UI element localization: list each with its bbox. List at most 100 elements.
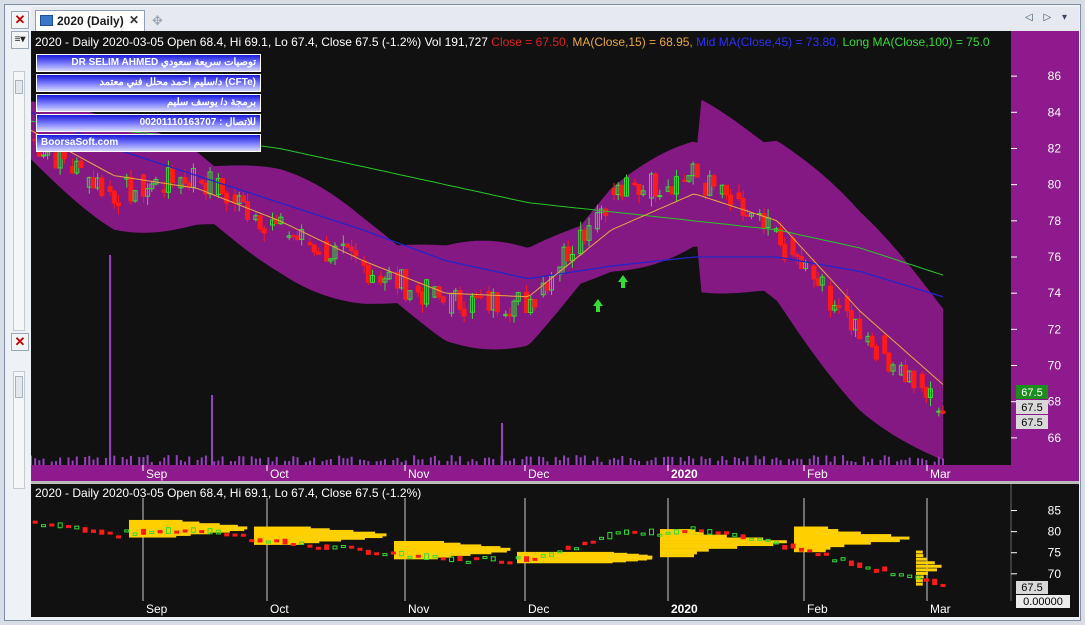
volume-bar <box>842 455 845 465</box>
volume-bar <box>125 459 128 465</box>
candle-body <box>182 177 188 184</box>
volume-spike <box>109 255 111 465</box>
candle-body <box>224 192 230 204</box>
volume-bar <box>513 458 516 465</box>
candle-body <box>161 189 167 193</box>
close-tab-icon[interactable]: ✕ <box>129 13 139 27</box>
candle-body <box>436 286 442 298</box>
panel-scrollbar[interactable] <box>13 71 25 331</box>
tab-2020-daily[interactable]: 2020 (Daily) ✕ <box>35 10 145 31</box>
x-tick-label: Sep <box>146 467 168 481</box>
volume-bar <box>608 459 611 465</box>
volume-bar <box>937 456 940 465</box>
info-box-contact: 00201110163707 : للاتصال <box>36 114 261 132</box>
panel2-scrollbar[interactable] <box>13 371 25 489</box>
profile-bin <box>916 579 923 583</box>
scroll-thumb[interactable] <box>15 376 23 398</box>
chart-area[interactable]: 86 84 82 80 78 76 74 72 70 68 66 Sep Oct Nov Dec 2020 F… <box>30 31 1079 617</box>
volume-bar <box>113 455 116 465</box>
volume-bar <box>167 455 170 465</box>
volume-bar <box>800 459 803 465</box>
volume-bar <box>121 456 124 465</box>
volume-bar <box>887 456 890 465</box>
profile-candle <box>324 544 330 550</box>
volume-bar <box>704 459 707 465</box>
volume-bar <box>438 460 441 465</box>
profile-candle <box>499 560 505 564</box>
candle-body <box>811 265 817 280</box>
candle-body <box>415 285 421 293</box>
volume-bar <box>175 455 178 465</box>
candle-body <box>199 179 205 184</box>
profile-x-label: Sep <box>146 602 168 616</box>
x-tick-label: Dec <box>528 467 549 481</box>
volume-bar <box>567 457 570 465</box>
candle-body <box>245 201 251 220</box>
scroll-thumb[interactable] <box>15 80 23 94</box>
profile-candle <box>590 540 596 544</box>
volume-bar <box>446 460 449 465</box>
profile-candle <box>82 527 88 533</box>
volume-bar <box>921 458 924 465</box>
profile-candle <box>240 533 246 537</box>
candle-body <box>744 214 750 217</box>
volume-bar <box>762 456 765 465</box>
profile-candle <box>474 557 480 561</box>
tab-nav-arrows[interactable]: ◁ ▷ ▾ <box>1025 12 1071 23</box>
volume-bar <box>700 456 703 465</box>
profile-bin <box>660 534 727 538</box>
info-box-programmer: برمجة د/ يوسف سليم <box>36 94 261 112</box>
profile-candle <box>940 583 946 587</box>
candle-body <box>140 174 146 197</box>
volume-bar <box>900 459 903 465</box>
candle-body <box>940 410 946 414</box>
candle-body <box>307 242 313 246</box>
candle-body <box>857 318 863 340</box>
profile-candle <box>565 545 571 550</box>
profile-candle <box>274 539 280 543</box>
x-tick-label: Nov <box>408 467 429 481</box>
volume-bar <box>413 455 416 465</box>
candle-body <box>403 269 409 300</box>
profile-candle <box>374 552 380 556</box>
volume-bar <box>358 459 361 465</box>
y-tick-label: 70 <box>1048 359 1062 373</box>
profile-candle <box>32 520 38 524</box>
new-tab-icon[interactable]: ✥ <box>152 13 163 29</box>
volume-bar <box>600 461 603 465</box>
candle-body <box>565 246 571 262</box>
volume-bar <box>84 457 87 465</box>
profile-candle <box>157 529 163 534</box>
volume-bar <box>638 460 640 465</box>
info-box-analyst: د/سليم احمد محلل فني معتمد (CFTe) <box>36 74 261 92</box>
profile-bin <box>660 551 697 555</box>
profile-candle <box>415 554 421 558</box>
volume-bar <box>346 458 349 465</box>
profile-bin <box>660 545 738 549</box>
profile-y-label: 75 <box>1048 546 1062 560</box>
volume-bar <box>458 456 461 465</box>
candle-body <box>99 177 105 197</box>
candle-body <box>474 295 480 298</box>
volume-bar <box>467 461 470 465</box>
volume-bar <box>538 456 541 465</box>
volume-bar <box>450 455 453 465</box>
profile-x-label: Dec <box>528 602 549 616</box>
y-tick-label: 82 <box>1048 141 1062 155</box>
candle-body <box>869 335 875 348</box>
volume-bar <box>483 457 486 465</box>
volume-bar <box>34 458 37 465</box>
panel-menu-button[interactable]: ≡▾ <box>11 31 29 49</box>
volume-bar <box>275 456 278 465</box>
volume-bar <box>304 461 307 465</box>
volume-bar <box>817 456 820 465</box>
profile-candle <box>815 553 821 557</box>
volume-bar <box>138 456 141 465</box>
time-axis-bar <box>31 465 1011 481</box>
volume-bar <box>558 460 561 465</box>
profile-x-label: Mar <box>930 602 951 616</box>
candle-body <box>544 282 550 291</box>
close-panel2-button[interactable]: ✕ <box>11 333 29 351</box>
close-panel-button[interactable]: ✕ <box>11 11 29 29</box>
volume-bar <box>746 456 749 465</box>
